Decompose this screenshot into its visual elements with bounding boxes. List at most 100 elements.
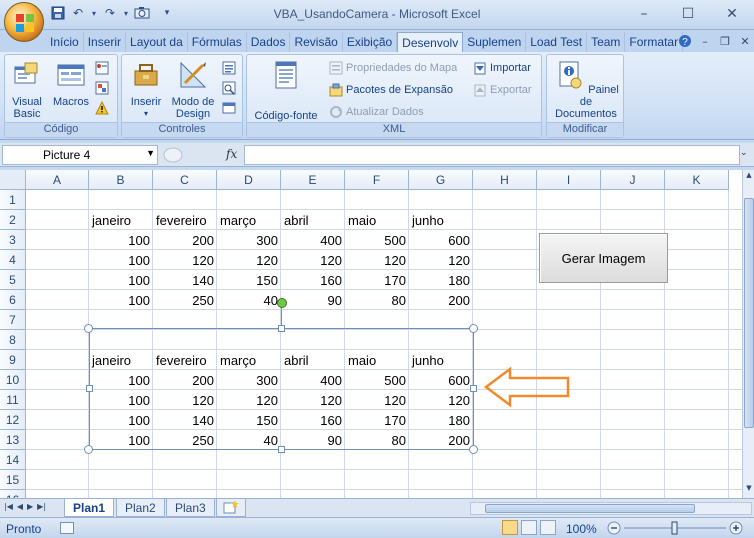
insert-function-button[interactable]: fx [226,147,237,161]
tab-layout[interactable]: Layout da [126,32,188,52]
sheet-tab-plan2[interactable]: Plan2 [116,499,165,517]
tab-desenvolvedor[interactable]: Desenvolv [397,32,464,52]
tab-revisao[interactable]: Revisão [290,32,343,52]
tab-dados[interactable]: Dados [247,32,291,52]
row-header-8[interactable]: 8 [0,330,26,350]
cell-value[interactable]: 90 [281,290,345,310]
cell-value[interactable]: 120 [217,250,281,270]
propriedades-mapa-button[interactable]: Propriedades do Mapa [329,61,457,75]
cell-month-header[interactable]: abril [281,210,345,230]
column-header-j[interactable]: J [601,170,665,190]
cell-value[interactable]: 150 [217,270,281,290]
resize-handle-top-right[interactable] [469,324,478,333]
resize-handle-bottom[interactable] [278,446,285,453]
workbook-close-icon[interactable]: ✕ [736,32,754,50]
close-button[interactable]: ✕ [710,0,754,28]
tab-inserir[interactable]: Inserir [84,32,127,52]
resize-handle-bottom-right[interactable] [469,445,478,454]
row-header-10[interactable]: 10 [0,370,26,390]
column-header-i[interactable]: I [537,170,601,190]
column-header-f[interactable]: F [345,170,409,190]
tab-team[interactable]: Team [587,32,626,52]
column-header-k[interactable]: K [665,170,729,190]
row-header-11[interactable]: 11 [0,390,26,410]
row-header-4[interactable]: 4 [0,250,26,270]
name-box-dropdown-icon[interactable]: ▼ [146,148,155,158]
sheet-tab-plan3[interactable]: Plan3 [166,499,215,517]
cell-month-header[interactable]: junho [409,210,473,230]
sheet-tab-plan1[interactable]: Plan1 [64,499,115,517]
cell-month-header[interactable]: fevereiro [153,210,217,230]
rotation-handle[interactable] [277,298,287,308]
column-header-a[interactable]: A [26,170,89,190]
next-sheet-icon[interactable]: ▶ [27,502,33,511]
row-header-7[interactable]: 7 [0,310,26,330]
prev-sheet-icon[interactable]: ◀ [17,502,23,511]
cell-value[interactable]: 400 [281,230,345,250]
relative-references-button[interactable] [95,81,109,95]
cell-value[interactable]: 120 [281,250,345,270]
cell-value[interactable]: 120 [345,250,409,270]
vertical-scrollbar[interactable]: ▲ ▼ [742,170,754,498]
cell-value[interactable]: 200 [409,290,473,310]
row-header-15[interactable]: 15 [0,470,26,490]
gerar-imagem-button[interactable]: Gerar Imagem [539,233,668,283]
cell-value[interactable]: 40 [217,290,281,310]
cell-value[interactable]: 80 [345,290,409,310]
cell-value[interactable]: 120 [409,250,473,270]
cell-value[interactable]: 600 [409,230,473,250]
horizontal-scrollbar[interactable] [470,502,752,515]
cell-value[interactable]: 100 [89,290,153,310]
zoom-slider[interactable] [606,521,744,535]
row-header-6[interactable]: 6 [0,290,26,310]
tab-load-test[interactable]: Load Test [526,32,588,52]
cell-value[interactable]: 200 [153,230,217,250]
first-sheet-icon[interactable]: |◀ [4,502,13,511]
pacotes-expansao-button[interactable]: Pacotes de Expansão [329,83,453,97]
macro-security-button[interactable] [95,101,109,115]
scroll-down-icon[interactable]: ▼ [743,484,754,496]
cell-month-header[interactable]: janeiro [89,210,153,230]
page-layout-view-icon[interactable] [521,520,537,535]
select-all-corner[interactable] [0,170,26,190]
last-sheet-icon[interactable]: ▶| [37,502,46,511]
vertical-scroll-thumb[interactable] [744,198,754,428]
column-header-c[interactable]: C [153,170,217,190]
column-header-d[interactable]: D [217,170,281,190]
camera-picture[interactable] [89,328,474,450]
cell-value[interactable]: 170 [345,270,409,290]
run-dialog-button[interactable] [222,101,236,115]
view-code-button[interactable] [222,81,236,95]
exportar-button[interactable]: Exportar [473,83,532,97]
resize-handle-right[interactable] [470,385,477,392]
help-icon[interactable]: ? [676,32,694,50]
resize-handle-top-left[interactable] [84,324,93,333]
painel-documentos-button[interactable]: Painel de Documentos [551,59,621,120]
scroll-up-icon[interactable]: ▲ [743,171,754,183]
atualizar-dados-button[interactable]: Atualizar Dados [329,105,424,119]
tab-inicio[interactable]: Início [46,32,84,52]
name-box[interactable]: Picture 4 ▼ [2,145,158,165]
tab-formulas[interactable]: Fórmulas [188,32,247,52]
row-header-12[interactable]: 12 [0,410,26,430]
tab-exibicao[interactable]: Exibição [343,32,398,52]
record-macro-button[interactable] [95,61,109,75]
cell-value[interactable]: 140 [153,270,217,290]
visual-basic-button[interactable]: Visual Basic [9,59,45,120]
cell-value[interactable]: 180 [409,270,473,290]
worksheet-grid[interactable]: ABCDEFGHIJK 12345678910111213141516 jane… [0,170,742,498]
row-header-9[interactable]: 9 [0,350,26,370]
properties-button[interactable] [222,61,236,75]
column-header-e[interactable]: E [281,170,345,190]
formula-bar-expand-icon[interactable]: ⌄ [740,147,752,163]
resize-handle-top[interactable] [278,325,285,332]
cell-value[interactable]: 100 [89,250,153,270]
row-header-2[interactable]: 2 [0,210,26,230]
row-header-13[interactable]: 13 [0,430,26,450]
office-button[interactable] [4,2,44,42]
row-header-5[interactable]: 5 [0,270,26,290]
modo-design-button[interactable]: Modo de Design [168,59,218,120]
insert-sheet-button[interactable] [216,499,246,517]
zoom-level[interactable]: 100% [566,522,597,536]
cell-value[interactable]: 100 [89,270,153,290]
